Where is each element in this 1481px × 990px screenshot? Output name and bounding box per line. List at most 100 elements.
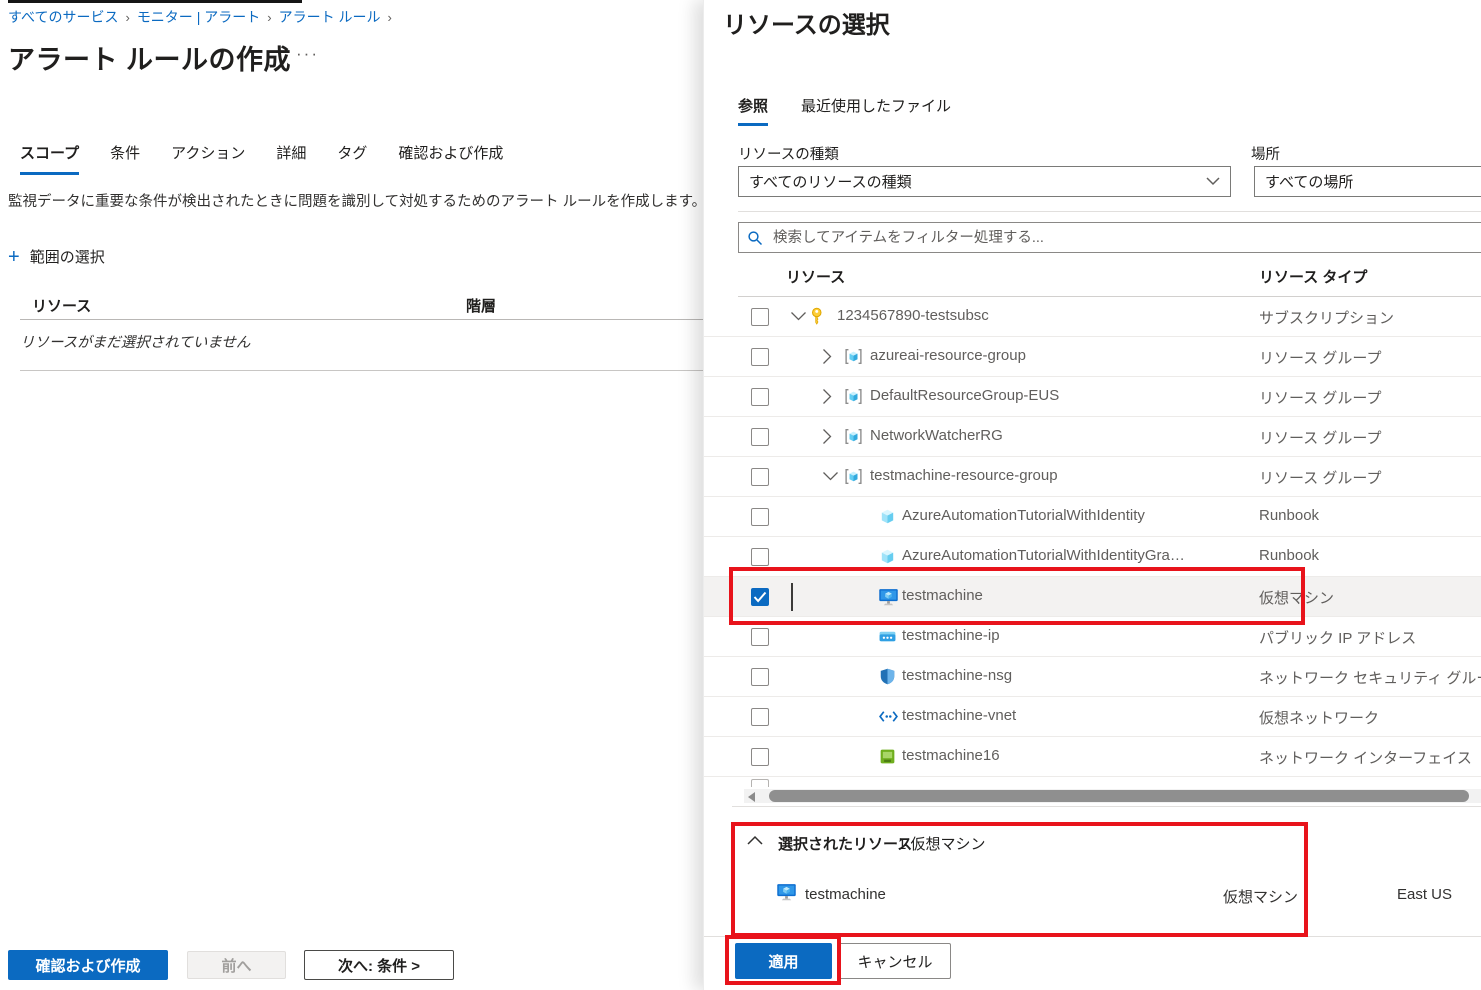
runbook-icon <box>878 547 897 566</box>
location-dropdown[interactable]: すべての場所 <box>1254 166 1481 197</box>
row-checkbox[interactable] <box>751 708 769 726</box>
resource-tree-row[interactable]: azureai-resource-groupリソース グループ <box>704 337 1481 377</box>
select-scope-label: 範囲の選択 <box>30 246 105 267</box>
search-box <box>738 222 1481 253</box>
resource-tree-row[interactable]: NetworkWatcherRGリソース グループ <box>704 417 1481 457</box>
selected-resource-location: East US <box>1397 886 1452 903</box>
resource-tree-row[interactable]: AzureAutomationTutorialWithIdentityRunbo… <box>704 497 1481 537</box>
page-description: 監視データに重要な条件が検出されたときに問題を識別して対処するためのアラート ル… <box>8 190 768 211</box>
breadcrumb-separator: › <box>267 10 271 25</box>
resource-tree-row[interactable]: testmachine-vnet仮想ネットワーク <box>704 697 1481 737</box>
row-checkbox[interactable] <box>751 748 769 766</box>
search-icon <box>747 230 763 246</box>
resource-group-icon <box>844 387 863 406</box>
divider <box>20 319 703 320</box>
select-resource-panel: リソースの選択 参照最近使用したファイル リソースの種類 場所 すべてのリソース… <box>703 0 1481 990</box>
page-title: アラート ルールの作成 <box>8 38 291 77</box>
chevron-right-icon[interactable] <box>822 388 833 405</box>
nic-icon <box>878 747 897 766</box>
resource-type: 仮想ネットワーク <box>1259 707 1379 728</box>
row-checkbox[interactable] <box>751 428 769 446</box>
chevron-up-icon[interactable] <box>747 835 763 845</box>
cancel-button[interactable]: キャンセル <box>839 943 951 979</box>
review-create-button[interactable]: 確認および作成 <box>8 950 168 980</box>
selected-resource-name: testmachine <box>805 886 886 903</box>
apply-button[interactable]: 適用 <box>735 943 832 979</box>
resource-type-dropdown[interactable]: すべてのリソースの種類 <box>738 166 1231 197</box>
partial-row-checkbox <box>751 779 769 787</box>
resource-tree-row[interactable]: 1234567890-testsubscサブスクリプション <box>704 297 1481 337</box>
resource-name: AzureAutomationTutorialWithIdentity <box>902 507 1145 524</box>
resource-type: リソース グループ <box>1259 347 1382 368</box>
resource-tree-row[interactable]: testmachine-nsgネットワーク セキュリティ グループ <box>704 657 1481 697</box>
breadcrumb-link[interactable]: すべてのサービス <box>8 9 118 25</box>
horizontal-scrollbar-thumb[interactable] <box>769 790 1469 802</box>
resource-name: testmachine <box>902 587 983 604</box>
row-checkbox[interactable] <box>751 508 769 526</box>
search-input[interactable] <box>771 229 1473 247</box>
nsg-icon <box>878 667 897 686</box>
wizard-tabs: スコープ条件アクション詳細タグ確認および作成 <box>20 142 534 175</box>
column-header-resource: リソース <box>786 266 845 287</box>
breadcrumb-link[interactable]: アラート ルール <box>279 9 381 25</box>
empty-state-text: リソースがまだ選択されていません <box>20 331 250 352</box>
resource-tree-row[interactable]: testmachine16ネットワーク インターフェイス <box>704 737 1481 777</box>
previous-button[interactable]: 前へ <box>187 951 286 979</box>
description-text: 監視データに重要な条件が検出されたときに問題を識別して対処するためのアラート ル… <box>8 194 706 210</box>
plus-icon: + <box>8 247 20 267</box>
resource-name: testmachine-ip <box>902 627 1000 644</box>
chevron-down-icon[interactable] <box>790 311 807 322</box>
selected-resource-type: 仮想マシン <box>1223 886 1298 907</box>
resource-type: リソース グループ <box>1259 467 1382 488</box>
resource-tree-row[interactable]: testmachine-ipパブリック IP アドレス <box>704 617 1481 657</box>
panel-tab-最近使用したファイル[interactable]: 最近使用したファイル <box>801 95 951 126</box>
next-condition-button[interactable]: 次へ: 条件 > <box>304 950 454 980</box>
select-scope-button[interactable]: + 範囲の選択 <box>8 246 105 267</box>
resource-tree-row[interactable]: testmachine仮想マシン <box>704 577 1481 617</box>
vm-icon <box>878 587 899 607</box>
resource-tree-row[interactable]: testmachine-resource-group リソース グループ <box>704 457 1481 497</box>
vm-icon <box>776 882 797 902</box>
row-checkbox[interactable] <box>751 388 769 406</box>
resource-name: DefaultResourceGroup-EUS <box>870 387 1059 404</box>
row-checkbox[interactable] <box>751 308 769 326</box>
divider <box>732 806 1481 807</box>
tab-タグ[interactable]: タグ <box>337 142 367 175</box>
row-checkbox-checked[interactable] <box>751 588 769 606</box>
row-checkbox[interactable] <box>751 668 769 686</box>
chevron-right-icon[interactable] <box>822 348 833 365</box>
tab-確認および作成[interactable]: 確認および作成 <box>398 142 503 175</box>
text-cursor <box>791 583 793 611</box>
column-header-hierarchy: 階層 <box>466 295 496 316</box>
resource-type: サブスクリプション <box>1259 307 1394 328</box>
panel-tab-参照[interactable]: 参照 <box>738 95 768 126</box>
row-checkbox[interactable] <box>751 548 769 566</box>
row-checkbox[interactable] <box>751 628 769 646</box>
resource-name: testmachine-nsg <box>902 667 1012 684</box>
scroll-left-arrow-icon[interactable] <box>748 792 755 802</box>
panel-title: リソースの選択 <box>723 5 890 40</box>
resource-type-label: リソースの種類 <box>738 143 839 164</box>
row-checkbox[interactable] <box>751 348 769 366</box>
breadcrumb-separator: › <box>125 10 129 25</box>
divider <box>20 370 703 371</box>
selected-resources-title: 選択されたリソース <box>778 833 912 854</box>
tab-アクション[interactable]: アクション <box>171 142 245 175</box>
chevron-right-icon[interactable] <box>822 428 833 445</box>
resource-name: testmachine-resource-group <box>870 467 1058 484</box>
resource-group-icon <box>844 347 863 366</box>
title-ellipsis-menu[interactable]: ··· <box>296 44 319 64</box>
tab-詳細[interactable]: 詳細 <box>276 142 306 175</box>
chevron-down-icon[interactable] <box>822 471 839 482</box>
tab-スコープ[interactable]: スコープ <box>20 142 79 175</box>
resource-tree-row[interactable]: AzureAutomationTutorialWithIdentityGra…R… <box>704 537 1481 577</box>
vnet-icon <box>878 707 899 726</box>
tab-条件[interactable]: 条件 <box>110 142 140 175</box>
resource-type: リソース グループ <box>1259 427 1382 448</box>
breadcrumb-link[interactable]: モニター | アラート <box>137 9 260 25</box>
row-checkbox[interactable] <box>751 468 769 486</box>
resource-type: Runbook <box>1259 547 1319 564</box>
resource-tree-row[interactable]: DefaultResourceGroup-EUSリソース グループ <box>704 377 1481 417</box>
column-header-resource: リソース <box>32 295 91 316</box>
selected-resources-count: 1 仮想マシン <box>898 833 986 854</box>
